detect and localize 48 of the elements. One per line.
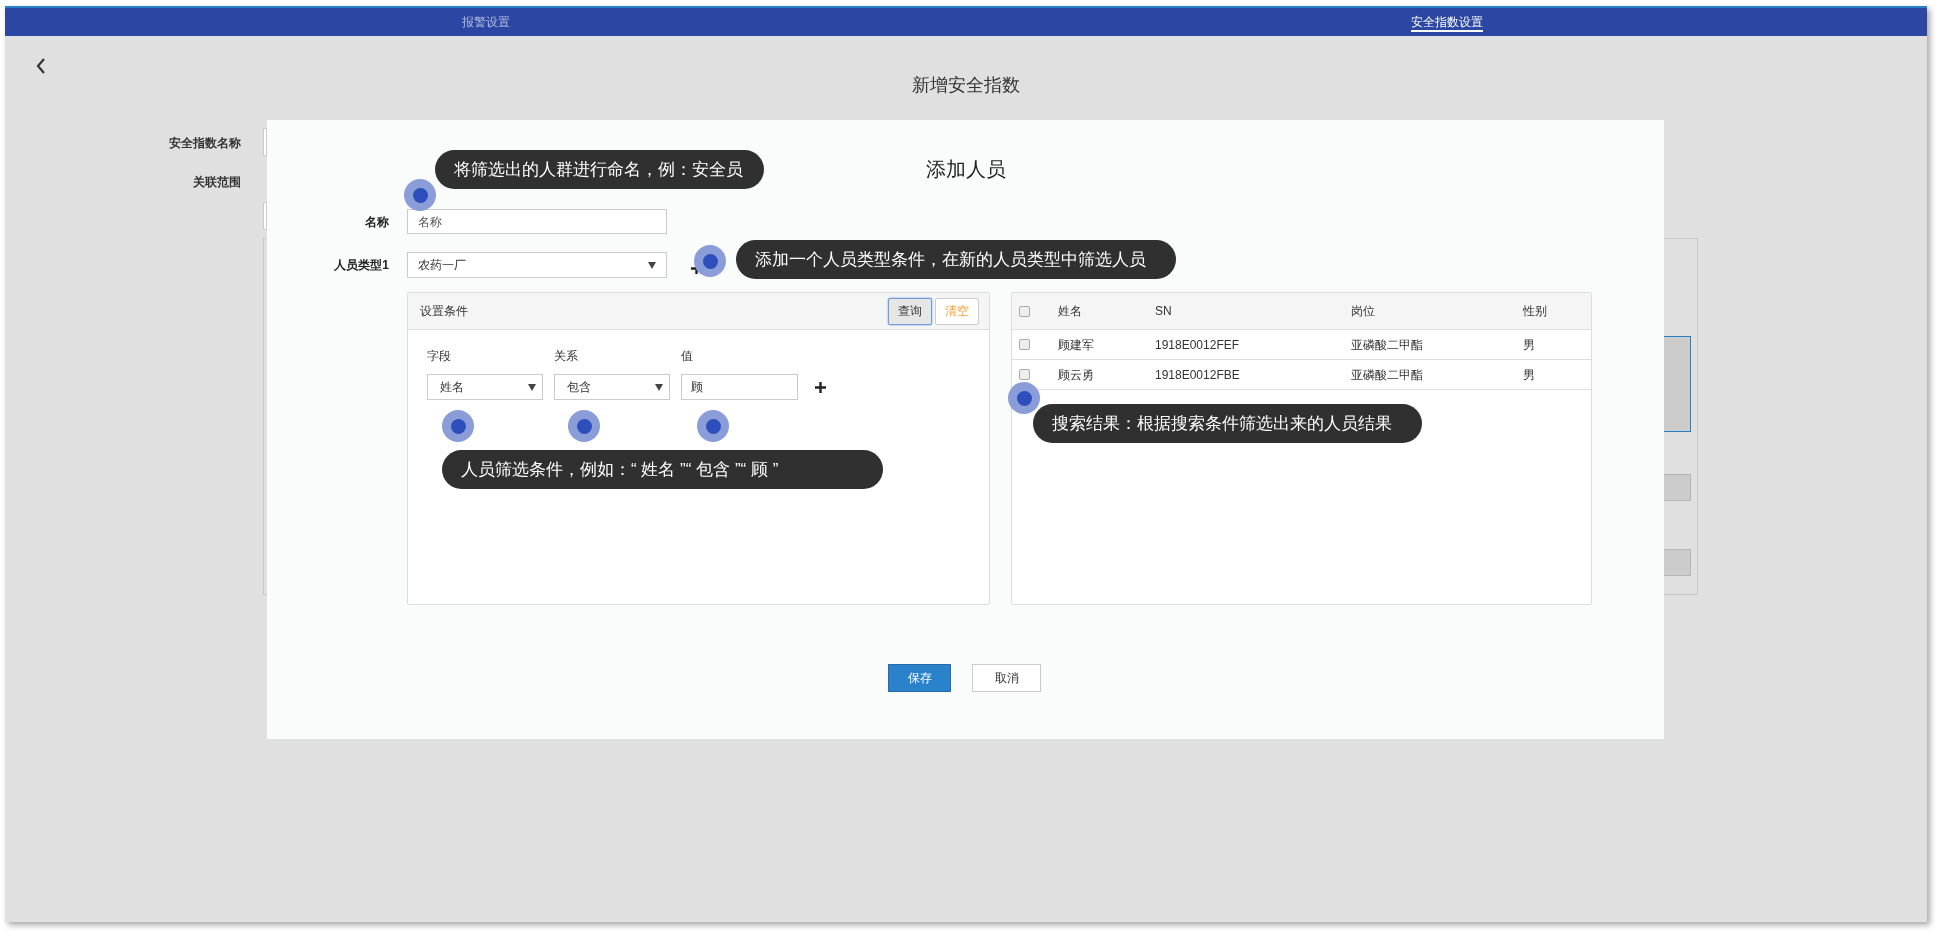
cancel-button[interactable]: 取消 xyxy=(972,664,1041,692)
input-field[interactable]: 顾 xyxy=(681,374,798,400)
table-cell: 亚磷酸二甲酯 xyxy=(1351,337,1423,352)
table-cell: 1918E0012FEF xyxy=(1155,337,1240,352)
page-title: 新增安全指数 xyxy=(911,74,1021,96)
input-field[interactable]: 名称 xyxy=(407,209,667,234)
hotspot-marker xyxy=(404,179,436,211)
column-label: 值 xyxy=(681,349,693,363)
checkbox[interactable] xyxy=(1019,339,1030,350)
checkbox[interactable] xyxy=(1019,305,1030,317)
save-button[interactable]: 保存 xyxy=(888,664,951,692)
tooltip: 添加一个人员类型条件，在新的人员类型中筛选人员 xyxy=(736,240,1176,279)
select-field[interactable]: 姓名 xyxy=(427,374,543,400)
caret-icon xyxy=(648,261,656,269)
table-row[interactable]: 顾建军 1918E0012FEF 亚磷酸二甲酯 男 xyxy=(1012,330,1591,360)
caret-icon xyxy=(528,383,536,391)
tab[interactable]: 安全指数设置 xyxy=(1410,14,1483,32)
back-icon[interactable] xyxy=(35,57,47,75)
field-label: 安全指数名称 xyxy=(169,135,241,151)
column-header: 岗位 xyxy=(1351,304,1375,318)
column-header: 姓名 xyxy=(1058,304,1082,318)
table-cell: 顾建军 xyxy=(1058,337,1094,352)
select-field[interactable]: 包含 xyxy=(554,374,670,400)
panel-title: 设置条件 xyxy=(420,303,468,320)
tooltip: 搜索结果：根据搜索条件筛选出来的人员结果 xyxy=(1033,404,1422,443)
column-label: 字段 xyxy=(427,349,451,363)
field-label: 人员类型1 xyxy=(333,257,389,274)
column-header: SN xyxy=(1155,304,1172,318)
table-cell: 亚磷酸二甲酯 xyxy=(1351,367,1423,382)
query-button[interactable]: 查询 xyxy=(888,297,932,325)
column-header: 性别 xyxy=(1523,304,1547,318)
checkbox[interactable] xyxy=(1019,369,1030,380)
column-label: 关系 xyxy=(554,349,578,363)
tooltip: 人员筛选条件，例如：“ 姓名 ”“ 包含 ”“ 顾 ” xyxy=(442,450,883,489)
tooltip: 将筛选出的人群进行命名，例：安全员 xyxy=(435,150,764,189)
table-cell: 男 xyxy=(1523,337,1535,352)
add-icon[interactable] xyxy=(815,381,826,393)
table-cell: 1918E0012FBE xyxy=(1155,367,1240,382)
tab[interactable]: 报警设置 xyxy=(461,14,510,30)
caret-icon xyxy=(655,383,663,391)
dialog-title: 添加人员 xyxy=(925,157,1006,180)
table-cell: 男 xyxy=(1523,367,1535,382)
select-field[interactable]: 农药一厂 xyxy=(407,252,667,278)
hotspot-marker xyxy=(694,245,726,277)
field-label: 关联范围 xyxy=(193,174,241,190)
hotspot-marker xyxy=(1008,382,1040,414)
table-cell: 顾云勇 xyxy=(1058,367,1094,382)
field-label: 名称 xyxy=(364,213,389,231)
